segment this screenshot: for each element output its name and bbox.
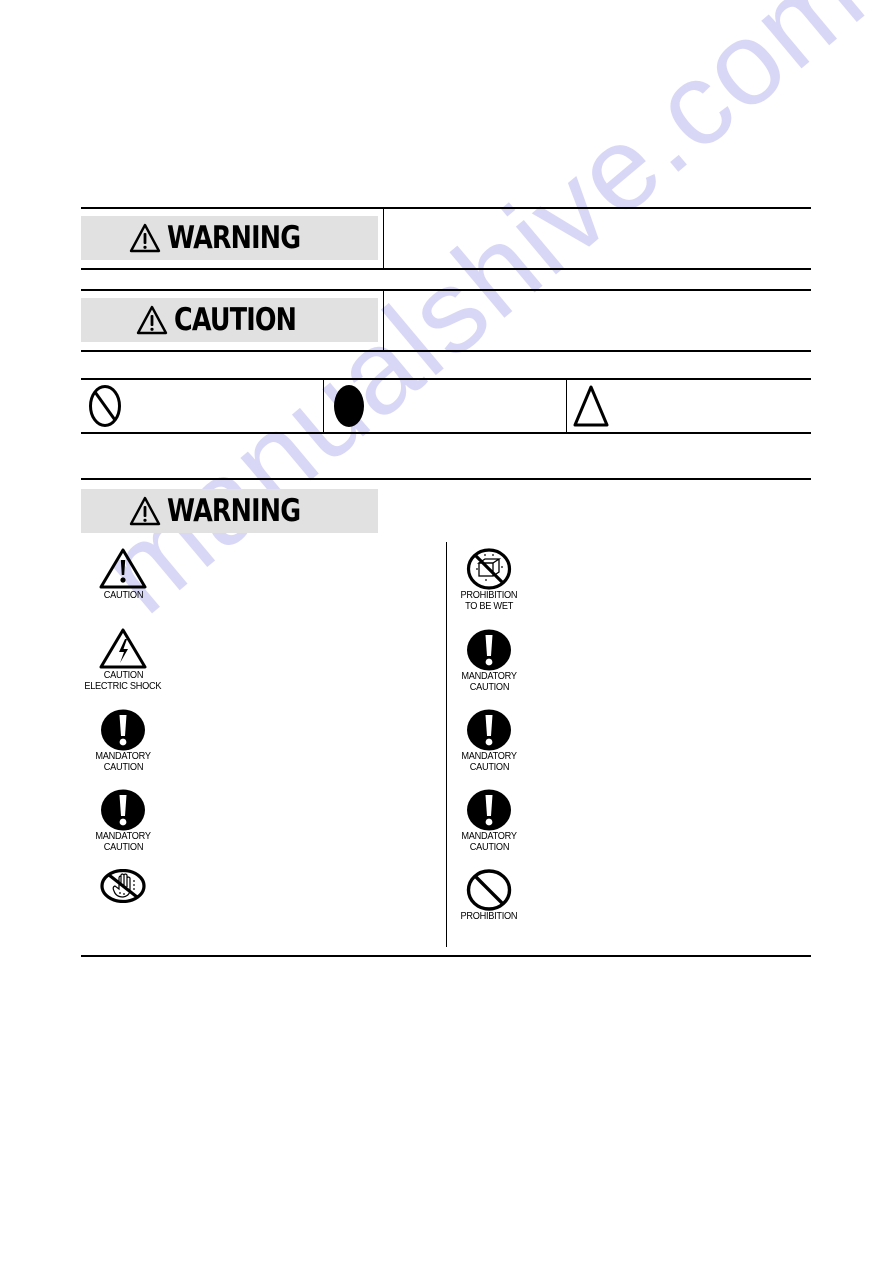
rule-warning-bottom (81, 268, 811, 270)
warning-triangle-icon (136, 305, 168, 335)
icon-label: MANDATORY (95, 831, 151, 842)
right-item-mandatory-1: MANDATORY CAUTION (444, 629, 534, 693)
caution-label: CAUTION (174, 301, 297, 338)
rule-warning-top (81, 207, 811, 209)
mandatory-exclamation-icon (467, 629, 511, 671)
icon-label: PROHIBITION (460, 590, 518, 601)
icon-label: MANDATORY (461, 751, 517, 762)
left-item-electric-shock: CAUTION ELECTRIC SHOCK (78, 628, 168, 692)
icon-label: ELECTRIC SHOCK (84, 681, 162, 692)
warning-banner: WARNING (81, 216, 378, 260)
left-item-no-wet-hands (78, 869, 168, 903)
rule-caution-bottom (81, 350, 811, 352)
icon-label: CAUTION (103, 670, 143, 681)
warning-section-banner: WARNING (81, 489, 378, 533)
icon-label: TO BE WET (465, 601, 513, 612)
right-item-prohibition: PROHIBITION (444, 869, 534, 922)
electric-shock-triangle-icon (99, 628, 147, 669)
divider-symbol-2 (566, 379, 567, 433)
caution-exclamation-triangle-icon (99, 548, 147, 589)
warning-section-label: WARNING (167, 492, 301, 529)
icon-label: CAUTION (103, 590, 143, 601)
caution-banner: CAUTION (81, 298, 378, 342)
warning-description (392, 215, 802, 263)
left-item-caution: CAUTION (78, 548, 168, 601)
icon-label: MANDATORY (461, 831, 517, 842)
icon-label: CAUTION (103, 762, 143, 773)
mandatory-filled-circle-icon (334, 385, 364, 427)
divider-symbol-1 (323, 379, 324, 433)
icon-label: MANDATORY (461, 671, 517, 682)
mandatory-exclamation-icon (467, 709, 511, 751)
icon-label: PROHIBITION (460, 911, 518, 922)
page-content: WARNING CAUTION WARNING CAUTION CAUTION … (0, 0, 893, 1263)
icon-label: CAUTION (469, 762, 509, 773)
prohibition-icon (89, 385, 121, 427)
prohibition-icon (466, 869, 512, 911)
rule-section-bottom (81, 955, 811, 957)
warning-label: WARNING (167, 219, 301, 256)
left-item-mandatory-1: MANDATORY CAUTION (78, 709, 168, 773)
mandatory-exclamation-icon (101, 709, 145, 751)
left-item-mandatory-2: MANDATORY CAUTION (78, 789, 168, 853)
right-item-mandatory-3: MANDATORY CAUTION (444, 789, 534, 853)
icon-label: CAUTION (469, 842, 509, 853)
prohibition-to-be-wet-icon (466, 548, 512, 590)
mandatory-exclamation-icon (467, 789, 511, 831)
caution-description (392, 297, 802, 345)
caution-triangle-outline-icon (573, 385, 609, 427)
icon-label: CAUTION (103, 842, 143, 853)
icon-label: CAUTION (469, 682, 509, 693)
rule-section-top (81, 478, 811, 480)
icon-label: MANDATORY (95, 751, 151, 762)
no-wet-hands-icon (100, 869, 146, 903)
rule-symbols-bottom (81, 432, 811, 434)
warning-triangle-icon (130, 496, 161, 526)
divider-caution (383, 290, 384, 351)
warning-triangle-icon (130, 223, 161, 253)
symbol-legend-caution (572, 380, 802, 432)
right-item-mandatory-2: MANDATORY CAUTION (444, 709, 534, 773)
symbol-legend-mandatory (332, 380, 562, 432)
rule-caution-top (81, 289, 811, 291)
symbol-legend-prohibition (88, 380, 318, 432)
divider-warning (383, 208, 384, 269)
mandatory-exclamation-icon (101, 789, 145, 831)
right-item-prohibition-wet: PROHIBITION TO BE WET (444, 548, 534, 612)
